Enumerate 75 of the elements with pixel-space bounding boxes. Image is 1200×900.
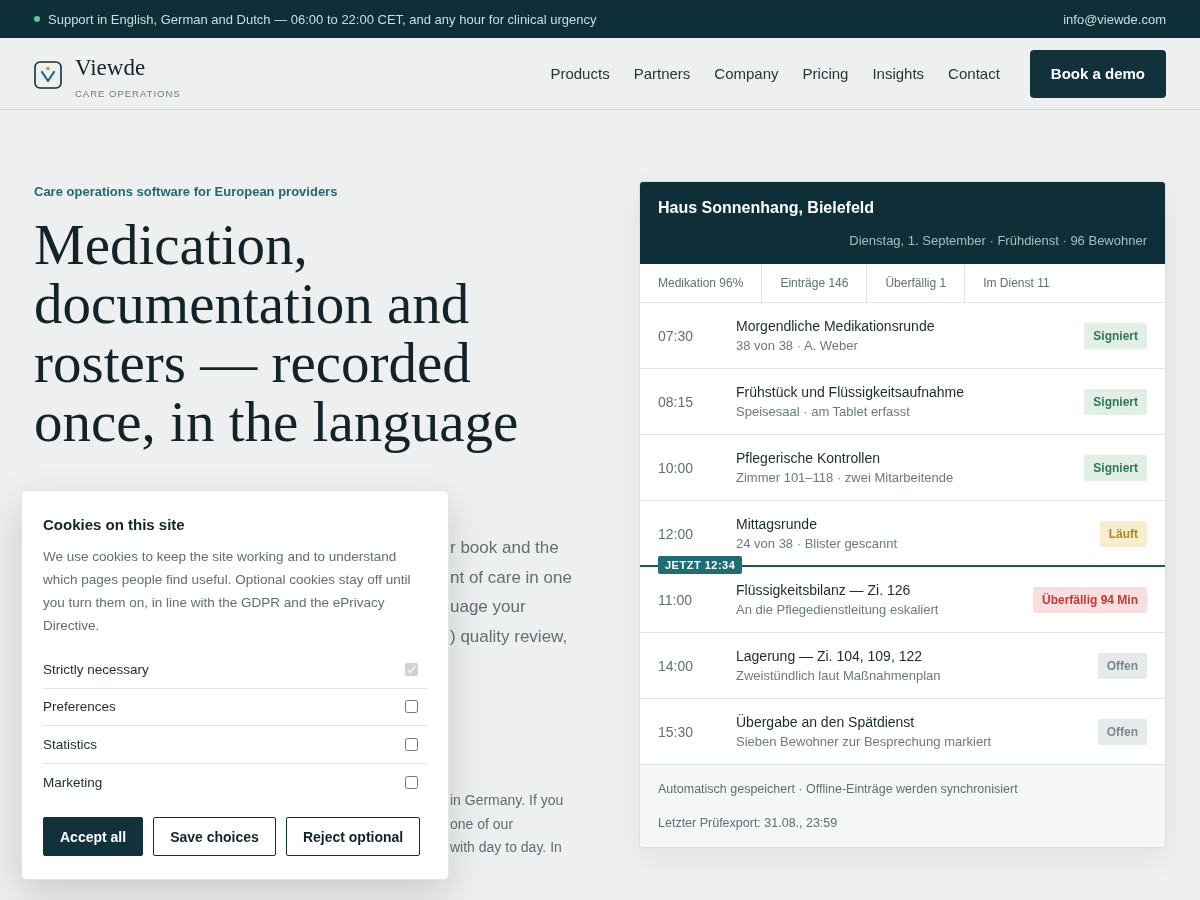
brand-name: Viewde — [75, 54, 147, 81]
dialog-text: We use cookies to keep the site working and to understand which pages people find useful. Optional cookies stay off until you turn them on, in line with the GDPR and the ePrivacy Directive. — [43, 548, 412, 635]
status-dot-icon — [34, 16, 40, 22]
schedule-row[interactable]: 08:15 Frühstück und Flüssigkeitsaufnahme Speisesaal · am Tablet erfasst Signiert — [640, 369, 1165, 435]
status-badge: Signiert — [1084, 454, 1147, 481]
paragraph-fragment: r book and the — [450, 537, 559, 559]
status-badge: Offen — [1097, 652, 1147, 679]
time-text: 11:00 — [658, 591, 693, 608]
time-text: 12:00 — [658, 525, 695, 542]
task-title: Pflegerische Kontrollen — [736, 450, 881, 466]
paragraph-fragment: with day to day. In — [450, 838, 562, 857]
paragraph-fragment: in Germany. If you — [450, 791, 564, 810]
eyebrow-text: Care operations software for European providers — [34, 184, 339, 199]
paragraph-fragment: one of our — [450, 814, 514, 834]
brand-tagline: CARE OPERATIONS — [75, 87, 181, 99]
paragraph-fragment: uage your — [450, 596, 526, 618]
option-label: Statistics — [43, 736, 97, 752]
time-text: 10:00 — [658, 459, 695, 476]
email-link[interactable]: info@viewde.com — [1063, 11, 1166, 27]
logo-icon — [34, 60, 62, 89]
stat-cell: Medikation 96% — [640, 264, 763, 302]
task-detail: Zimmer 101–118 · zwei Mitarbeitende — [736, 470, 955, 485]
cookie-checkbox[interactable] — [405, 700, 418, 714]
option-label: Marketing — [43, 774, 103, 790]
option-label: Strictly necessary — [43, 661, 149, 677]
facility-title: Haus Sonnenhang, Bielefeld — [658, 199, 876, 217]
nav-link[interactable]: Company — [714, 65, 779, 82]
schedule-row[interactable]: 14:00 Lagerung — Zi. 104, 109, 122 Zweistündlich laut Maßnahmenplan Offen — [640, 633, 1165, 699]
status-badge: Signiert — [1084, 322, 1147, 349]
footer-text: Letzter Prüfexport: 31.08., 23:59 — [658, 815, 839, 832]
nav-link[interactable]: Partners — [633, 65, 691, 82]
cookie-button[interactable]: Save choices — [153, 817, 276, 856]
time-text: 07:30 — [658, 327, 695, 344]
stat-cell-text: Im Dienst 11 — [982, 275, 1051, 292]
task-title: Übergabe an den Spätdienst — [736, 714, 916, 730]
cookie-checkbox[interactable] — [405, 737, 418, 751]
task-detail: Sieben Bewohner zur Besprechung markiert — [736, 734, 993, 749]
dialog-title: Cookies on this site — [43, 516, 186, 533]
option-label: Preferences — [43, 699, 116, 715]
now-badge: JETZT 12:34 — [658, 556, 743, 574]
stat-cell: Einträge 146 — [762, 264, 868, 302]
status-badge: Läuft — [1099, 520, 1147, 547]
status-badge: Überfällig 94 Min — [1032, 586, 1147, 613]
task-detail: 38 von 38 · A. Weber — [736, 338, 859, 353]
task-detail: Zweistündlich laut Maßnahmenplan — [736, 668, 942, 683]
task-title: Frühstück und Flüssigkeitsaufnahme — [736, 384, 965, 400]
footer-text: Automatisch gespeichert · Offline-Einträge werden synchronisiert — [658, 781, 1019, 798]
cookie-button[interactable]: Accept all — [43, 817, 144, 856]
status-badge: Signiert — [1084, 388, 1147, 415]
status-badge: Offen — [1097, 718, 1147, 745]
schedule-row[interactable]: 10:00 Pflegerische Kontrollen Zimmer 101–118 · zwei Mitarbeitende Signiert — [640, 435, 1165, 501]
task-title: Lagerung — Zi. 104, 109, 122 — [736, 648, 924, 664]
time-text: 14:00 — [658, 657, 695, 674]
book-demo-button[interactable]: Book a demo — [1029, 49, 1166, 98]
shift-subtitle: Dienstag, 1. September · Frühdienst · 96 Bewohner — [848, 233, 1147, 248]
time-text: 08:15 — [658, 393, 695, 410]
stat-cell: Überfällig 1 — [867, 264, 966, 302]
nav-link[interactable]: Pricing — [802, 65, 849, 82]
nav-link[interactable]: Products — [550, 65, 610, 82]
task-title: Mittagsrunde — [736, 516, 818, 532]
paragraph-fragment: nt of care in one — [450, 566, 572, 589]
task-title: Flüssigkeitsbilanz — Zi. 126 — [736, 582, 912, 598]
time-text: 15:30 — [658, 723, 695, 740]
task-detail: 24 von 38 · Blister gescannt — [736, 536, 899, 551]
nav-link[interactable]: Contact — [948, 65, 1000, 82]
paragraph-fragment: ) quality review, — [450, 625, 568, 648]
cookie-checkbox[interactable] — [405, 775, 418, 789]
hero-heading: Medication, documentation and rosters — recorded once, in the language — [34, 215, 520, 451]
nav-link[interactable]: Insights — [872, 65, 925, 82]
task-title: Morgendliche Medikationsrunde — [736, 318, 936, 334]
cookie-button[interactable]: Reject optional — [285, 817, 421, 856]
schedule-row[interactable]: 07:30 Morgendliche Medikationsrunde 38 von 38 · A. Weber Signiert — [640, 303, 1165, 369]
task-detail: Speisesaal · am Tablet erfasst — [736, 404, 911, 419]
task-detail: An die Pflegedienstleitung eskaliert — [736, 602, 940, 617]
support-hours-text: Support in English, German and Dutch — 06:00 to 22:00 CET, and any hour for clinical urgency — [48, 11, 597, 27]
